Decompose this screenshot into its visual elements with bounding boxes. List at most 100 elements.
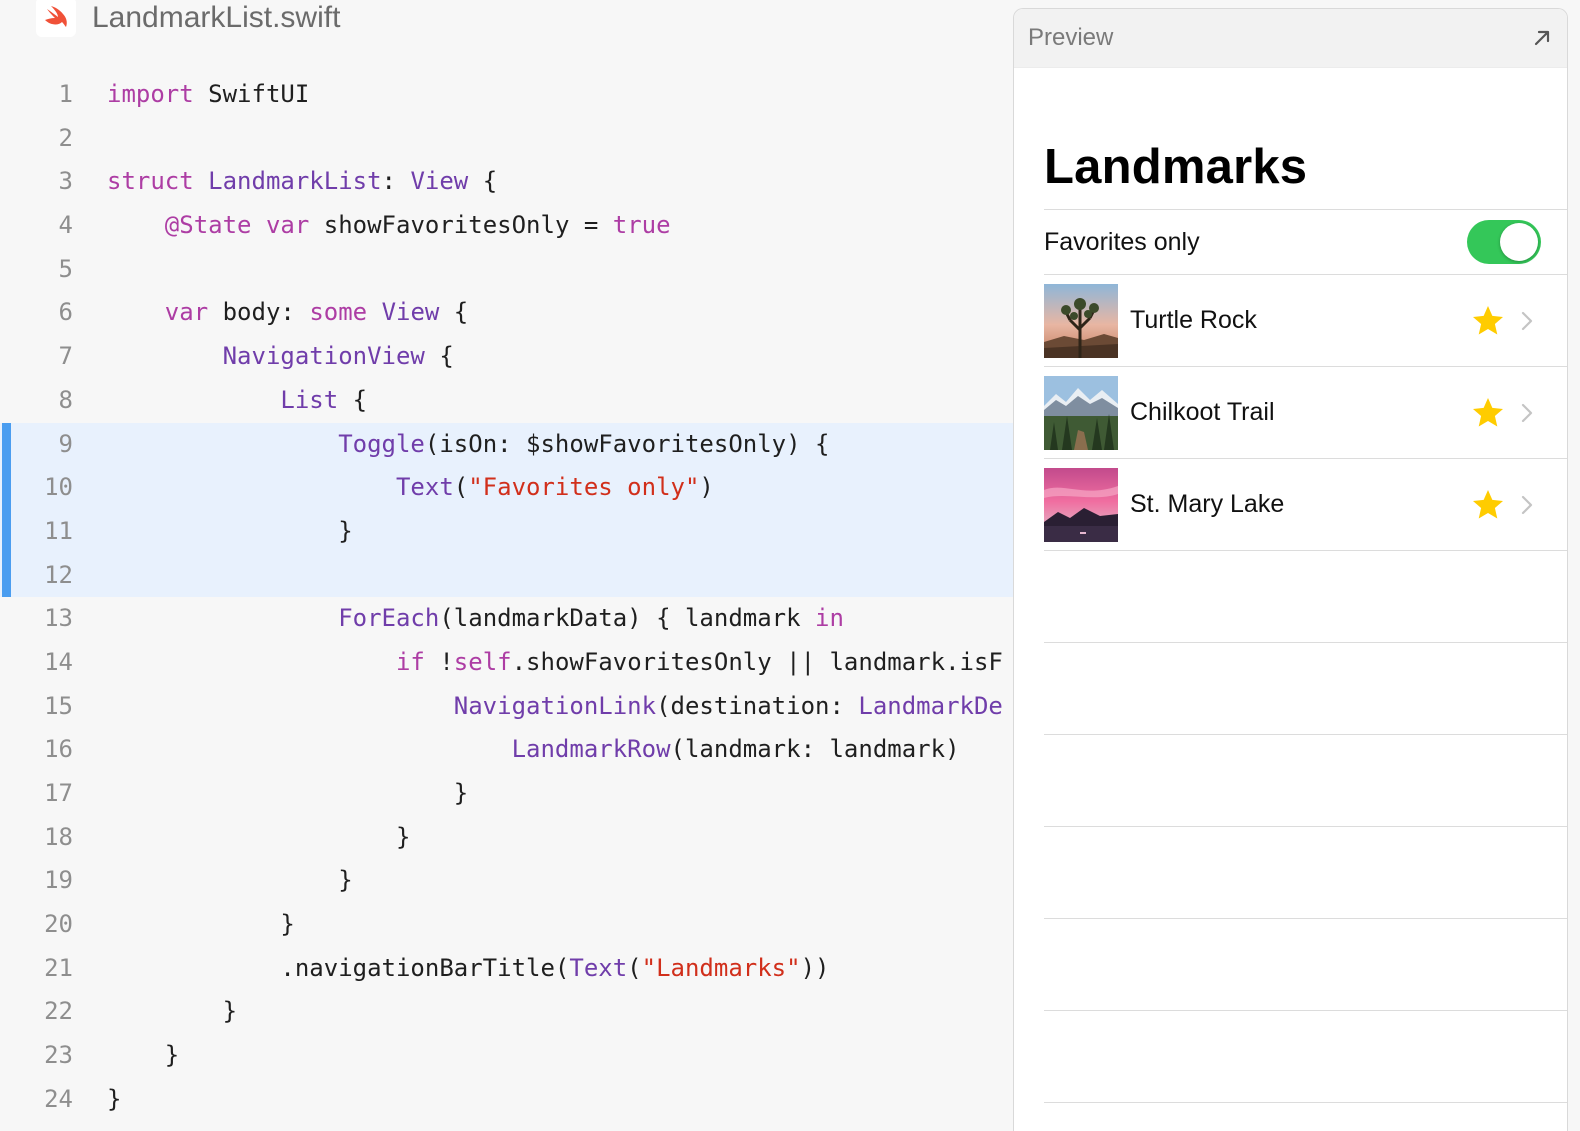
landmark-name: St. Mary Lake [1130,490,1285,518]
line-number: 8 [58,385,73,414]
swift-icon [36,0,76,37]
arrow-up-right-icon[interactable] [1529,25,1555,51]
code-line[interactable]: 14 if !self.showFavoritesOnly || landmar… [0,641,1014,685]
code-token: body: [208,298,310,327]
code-token: (landmark: landmark) [670,735,960,764]
line-number: 14 [44,647,73,676]
code-token: if [395,647,425,676]
code-token: View [410,167,469,196]
line-code: } [107,903,295,947]
code-token: LandmarkList [208,167,382,196]
line-code: } [107,1034,179,1078]
code-line[interactable]: 9 Toggle(isOn: $showFavoritesOnly) { [0,422,1014,467]
empty-row [1044,551,1567,642]
code-token: Text [395,473,454,502]
code-line[interactable]: 18 } [0,816,1014,860]
code-lines[interactable]: 1 import SwiftUI 2 3 struct LandmarkList: Vi… [0,73,1014,1122]
code-token: Toggle [338,429,425,458]
line-code: LandmarkRow(landmark: landmark) [107,728,960,772]
line-number: 6 [58,298,73,327]
code-token: } [107,910,295,939]
code-line[interactable]: 16 LandmarkRow(landmark: landmark) [0,728,1014,772]
code-token: ! [424,647,454,676]
code-line[interactable]: 3 struct LandmarkList: View { [0,160,1014,204]
code-token: some [309,298,368,327]
code-token: { [468,167,498,196]
line-code: import SwiftUI [107,73,309,117]
code-token: "Favorites only" [468,473,700,502]
landmark-thumbnail [1044,467,1118,542]
code-line[interactable]: 5 [0,248,1014,292]
line-code: } [107,1078,121,1122]
line-number: 9 [58,429,73,458]
line-code: @State var showFavoritesOnly = true [107,204,671,248]
code-line[interactable]: 8 List { [0,379,1014,423]
code-token: View [381,298,440,327]
chevron-right-icon [1517,309,1537,333]
list-item[interactable]: Turtle Rock [1044,275,1567,366]
code-line[interactable]: 11 } [0,509,1014,554]
code-line[interactable]: 15 NavigationLink(destination: LandmarkD… [0,685,1014,729]
empty-row [1044,919,1567,1010]
code-token: var [265,211,310,240]
code-line[interactable]: 23 } [0,1034,1014,1078]
code-token: ) [699,473,714,502]
code-editor[interactable]: LandmarkList.swift 1 import SwiftUI 2 3 stru… [0,0,1014,1130]
code-token: } [107,779,469,807]
code-token: SwiftUI [193,80,310,108]
line-code: } [107,510,352,554]
code-token: @State [164,211,252,240]
landmark-list[interactable]: Favorites only Turtle Rock Chilkoot Trai… [1044,209,1567,1103]
code-token: } [107,1084,122,1113]
code-token: } [107,822,411,851]
line-number: 3 [58,167,73,196]
star-icon [1469,486,1507,524]
code-line[interactable]: 21 .navigationBarTitle(Text("Landmarks")… [0,947,1014,991]
empty-row [1044,643,1567,734]
list-item[interactable]: Chilkoot Trail [1044,367,1567,458]
line-number: 11 [44,516,73,545]
favorites-switch[interactable] [1467,220,1541,264]
code-line[interactable]: 19 } [0,859,1014,903]
code-token: )) [800,953,830,982]
code-line[interactable]: 17 } [0,772,1014,816]
line-number: 15 [44,691,73,720]
line-number: 10 [44,473,73,502]
code-line[interactable]: 1 import SwiftUI [0,73,1014,117]
code-line[interactable]: 10 Text("Favorites only") [0,466,1014,510]
code-token: var [164,298,209,327]
line-number: 19 [44,866,73,895]
code-token: { [424,342,454,371]
code-line[interactable]: 22 } [0,990,1014,1034]
code-line[interactable]: 6 var body: some View { [0,291,1014,335]
line-number: 16 [44,735,73,764]
line-code: NavigationLink(destination: LandmarkDe [107,685,1003,729]
favorites-toggle-row[interactable]: Favorites only [1044,210,1567,274]
code-line[interactable]: 20 } [0,903,1014,947]
empty-row [1044,827,1567,918]
code-token: .navigationBarTitle( [107,953,570,982]
code-token: (isOn: $showFavoritesOnly) { [424,429,830,458]
line-number: 21 [44,953,73,982]
line-code: } [107,859,352,903]
line-number: 12 [44,560,73,589]
code-line[interactable]: 13 ForEach(landmarkData) { landmark in [0,597,1014,641]
code-line[interactable]: 2 [0,117,1014,161]
preview-panel: Preview Landmarks Favorites only Turtle … [1013,8,1568,1131]
code-line[interactable]: 24} [0,1078,1014,1122]
code-line[interactable]: 12 [0,553,1014,598]
code-line[interactable]: 4 @State var showFavoritesOnly = true [0,204,1014,248]
line-number: 24 [44,1084,73,1113]
code-line[interactable]: 7 NavigationView { [0,335,1014,379]
file-tab[interactable]: LandmarkList.swift [36,0,340,40]
line-number: 1 [58,80,73,108]
list-item[interactable]: St. Mary Lake [1044,459,1567,550]
line-code: struct LandmarkList: View { [107,160,497,204]
code-token: in [815,604,844,633]
line-code: List { [107,379,367,423]
